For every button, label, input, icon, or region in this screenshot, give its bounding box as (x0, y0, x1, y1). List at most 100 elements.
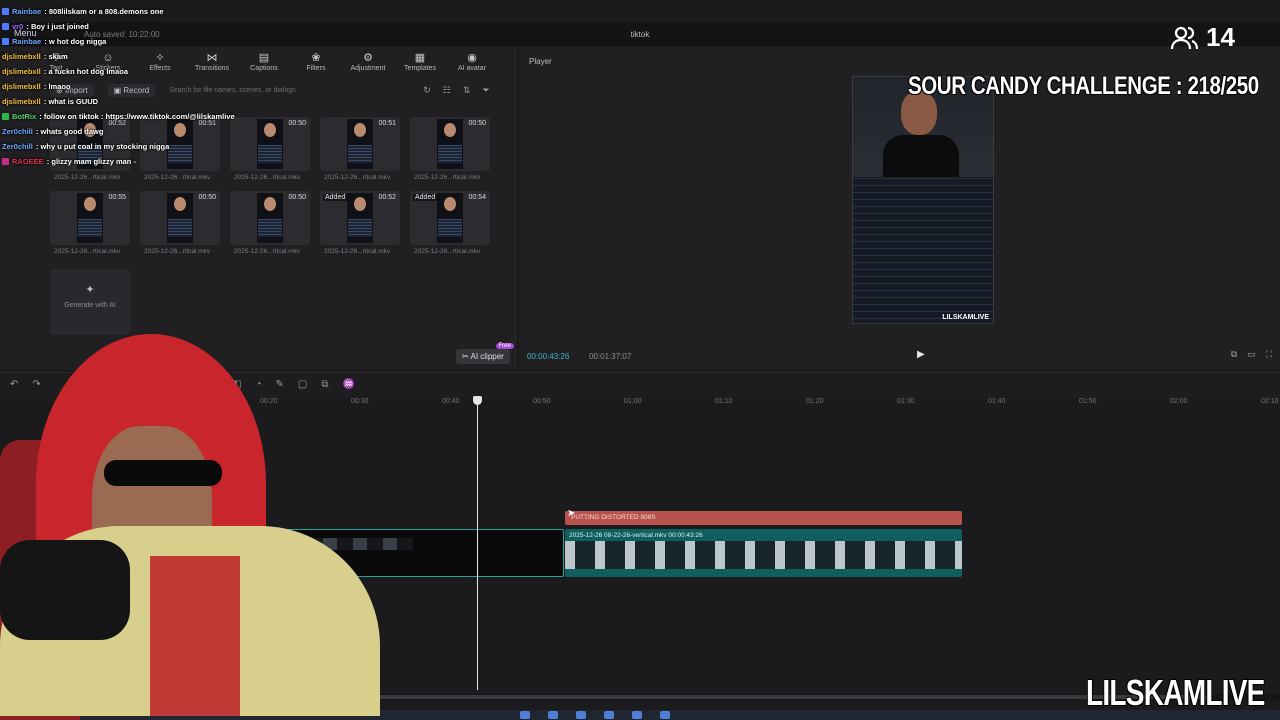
chat-message: Zer0chill : why u put coal in my stockin… (2, 139, 262, 154)
thumb-face (354, 197, 366, 211)
chat-username[interactable]: Rainbae (12, 7, 41, 16)
clip-duration: 00:50 (198, 194, 216, 201)
chat-text: why u put coal in my stocking nigga (40, 142, 170, 151)
thumb-daw (78, 219, 102, 237)
ai-clipper-button[interactable]: ✂ AI clipper Free (456, 343, 514, 364)
media-clip[interactable]: Added 00:54 2025-12-26...rtical.mkv (410, 191, 490, 255)
chat-text: lmaoo (48, 82, 71, 91)
chat-text: 808lilskam or a 808.demons one (48, 7, 164, 16)
thumb-daw (438, 145, 462, 163)
webcam-overlay (0, 330, 380, 720)
thumb-face (84, 197, 96, 211)
thumb-face (444, 197, 456, 211)
added-badge: Added (413, 194, 438, 201)
ruler-tick: 02:10 (1261, 398, 1279, 405)
thumb-face (444, 123, 456, 137)
chat-text: whats good dawg (40, 127, 104, 136)
ruler-tick: 01:00 (624, 398, 642, 405)
viewer-count: 14 (1170, 22, 1235, 53)
media-clip[interactable]: 00:51 2025-12-26...rtical.mkv (320, 117, 400, 181)
tool-label: AI avatar (457, 65, 486, 72)
hoodie-front (150, 556, 240, 716)
ruler-tick: 01:40 (988, 398, 1006, 405)
chat-text: a fuckn hot dog lmaoa (48, 67, 129, 76)
media-clip[interactable]: 00:50 2025-12-26...rtical.mkv (140, 191, 220, 255)
free-badge: Free (495, 343, 514, 349)
clip-name: 2025-12-26...rtical.mkv (234, 248, 301, 255)
chat-message: djslimebxll : skam (2, 49, 262, 64)
chat-username[interactable]: Zer0chill (2, 142, 33, 151)
chat-message: Zer0chill : whats good dawg (2, 124, 262, 139)
chat-colon: : (33, 127, 41, 136)
crop-icon[interactable]: ⧉ (1231, 349, 1237, 360)
audio-clip[interactable]: PUTTING DISTORTED 808S (565, 511, 962, 525)
tool-templates[interactable]: ▦ Templates (400, 51, 440, 77)
media-clip[interactable]: 00:55 2025-12-26...rtical.mkv (50, 191, 130, 255)
play-icon[interactable]: ▶ (917, 349, 925, 360)
tool-filters[interactable]: ❀ Filters (296, 51, 336, 77)
media-clip[interactable]: 00:50 2025-12-26...rtical.mkv (410, 117, 490, 181)
ruler-tick: 01:10 (715, 398, 733, 405)
thumb-daw (258, 219, 282, 237)
chat-username[interactable]: RAGEEE (12, 157, 44, 166)
clip-duration: 00:50 (288, 120, 306, 127)
chat-message: Rainbae : w hot dog nigga (2, 34, 262, 49)
chat-username[interactable]: BotRix (12, 112, 36, 121)
ratio-icon[interactable]: ▭ (1247, 349, 1256, 360)
browser-icon[interactable] (576, 711, 586, 719)
clip-duration: 00:51 (378, 120, 396, 127)
chat-badge-icon (2, 8, 9, 15)
chat-username[interactable]: djslimebxll (2, 97, 41, 106)
start-icon[interactable] (520, 711, 530, 719)
clip-name: 2025-12-26...rtical.mkv (54, 174, 121, 181)
refresh-icon[interactable]: ↻ (423, 85, 431, 96)
sort-icon[interactable]: ⇅ (463, 85, 471, 96)
thumb-face (174, 197, 186, 211)
app-icon[interactable] (660, 711, 670, 719)
media-clip[interactable]: 00:50 2025-12-26...rtical.mkv (230, 191, 310, 255)
preview-watermark: LILSKAMLIVE (942, 314, 989, 321)
clip-duration: 00:50 (288, 194, 306, 201)
grid-view-icon[interactable]: ☷ (443, 85, 451, 96)
filter-icon[interactable]: ⏷ (482, 85, 489, 96)
clip-name: 2025-12-26...rtical.mkv (54, 248, 121, 255)
chat-message: BotRix : follow on tiktok : https://www.… (2, 109, 262, 124)
playhead[interactable] (473, 396, 482, 690)
sparkle-icon: ✦ (85, 284, 95, 296)
chat-badge-icon (2, 113, 9, 120)
chat-message: RAGEEE : glizzy mam glizzy man - (2, 154, 262, 169)
chat-username[interactable]: vr0 (12, 22, 23, 31)
media-clip[interactable]: Added 00:52 2025-12-26...rtical.mkv (320, 191, 400, 255)
generate-with-ai-button[interactable]: ✦ Generate with AI (50, 269, 130, 335)
tool-adjustment[interactable]: ⚙ Adjustment (348, 51, 388, 77)
video-clip-selected[interactable]: 2025-12-26 08-22-26-vertical.mkv 00:00:4… (565, 529, 962, 577)
chat-username[interactable]: Rainbae (12, 37, 41, 46)
search-icon[interactable] (548, 711, 558, 719)
folder-icon[interactable] (604, 711, 614, 719)
ruler-tick: 01:30 (897, 398, 915, 405)
clip-thumbnail: Added 00:54 (410, 191, 490, 245)
video-preview[interactable]: LILSKAMLIVE (852, 76, 994, 324)
chat-username[interactable]: djslimebxll (2, 52, 41, 61)
chat-text: what is GUUD (48, 97, 99, 106)
store-icon[interactable] (632, 711, 642, 719)
tool-ai-avatar[interactable]: ◉ AI avatar (452, 51, 492, 77)
thumb-daw (438, 219, 462, 237)
tool-label: Adjustment (350, 65, 386, 72)
fullscreen-icon[interactable]: ⛶ (1266, 349, 1272, 360)
chat-username[interactable]: djslimebxll (2, 82, 41, 91)
chat-message: djslimebxll : lmaoo (2, 79, 262, 94)
clip-name: 2025-12-26...rtical.mkv (144, 248, 211, 255)
chat-text: skam (48, 52, 68, 61)
thumb-face (264, 123, 276, 137)
chat-username[interactable]: djslimebxll (2, 67, 41, 76)
chat-badge-icon (2, 38, 9, 45)
clip-duration: 00:54 (468, 194, 486, 201)
clip-thumbnail-strip (565, 541, 962, 569)
clip-duration: 00:52 (378, 194, 396, 201)
clip-thumbnail: Added 00:52 (320, 191, 400, 245)
total-timecode: 00:01:37:07 (589, 352, 632, 361)
preview-shirt (883, 135, 959, 177)
clip-duration: 00:55 (108, 194, 126, 201)
chat-username[interactable]: Zer0chill (2, 127, 33, 136)
